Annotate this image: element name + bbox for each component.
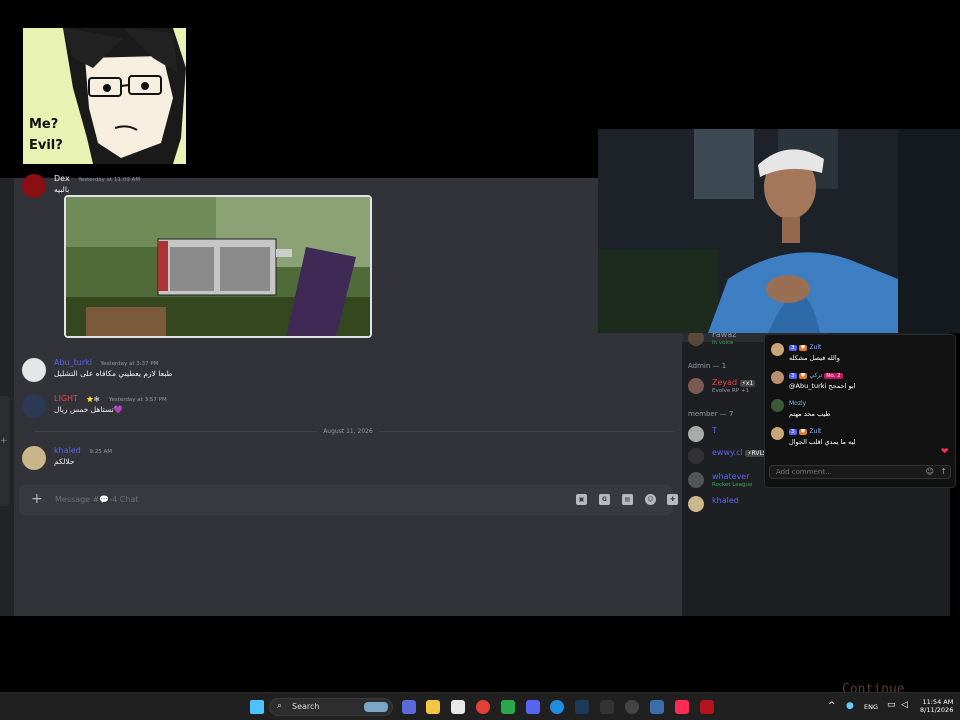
- member-item[interactable]: khaled: [688, 496, 826, 514]
- chevron-up-icon[interactable]: ^: [828, 701, 836, 711]
- steam-icon[interactable]: [575, 700, 589, 714]
- timestamp: 9:25 AM: [89, 449, 112, 455]
- webcam-person-image: [598, 129, 960, 333]
- attached-screenshot[interactable]: [64, 195, 372, 338]
- server-pill[interactable]: [0, 396, 10, 506]
- settings-gear-icon[interactable]: [600, 700, 614, 714]
- webcam-feed: [598, 129, 960, 333]
- apps-icon[interactable]: ✚: [667, 494, 678, 505]
- member-name: whatever: [712, 472, 750, 481]
- avatar: [771, 399, 784, 412]
- timestamp: Yesterday at 3:37 PM: [100, 361, 159, 367]
- avatar[interactable]: [22, 446, 46, 470]
- avatar: [688, 378, 704, 394]
- meme-caption: Me? Evil?: [29, 117, 63, 153]
- avatar: [688, 426, 704, 442]
- copilot-icon[interactable]: [402, 700, 416, 714]
- chat-panel: Dex Yesterday at 11:09 AM بالبيه Abu_tur…: [14, 174, 682, 616]
- meme-image: Me? Evil?: [23, 28, 186, 164]
- chrome-icon[interactable]: [476, 700, 490, 714]
- role-header-member: member — 7: [688, 410, 734, 418]
- username[interactable]: Dex: [54, 174, 70, 183]
- role-header-admin: Admin — 1: [688, 362, 727, 370]
- member-name: T: [712, 426, 717, 435]
- language-indicator[interactable]: ENG: [864, 703, 878, 711]
- emoji-icon[interactable]: ☺: [926, 467, 934, 476]
- clock[interactable]: 11:54 AM 8/11/2026: [920, 698, 953, 714]
- timestamp: Yesterday at 11:09 AM: [78, 177, 141, 183]
- windows-start-icon[interactable]: [250, 700, 264, 714]
- member-status: In voice: [712, 340, 734, 346]
- avatar: [771, 343, 784, 356]
- username[interactable]: LIGHT: [54, 394, 78, 403]
- gift-icon[interactable]: ▣: [576, 494, 587, 505]
- member-name: Zeyad ⚡x1: [712, 378, 756, 387]
- discord-icon[interactable]: [526, 700, 540, 714]
- search-icon: ⌕: [277, 701, 283, 711]
- username[interactable]: khaled: [54, 446, 81, 455]
- member-name: khaled: [712, 496, 739, 505]
- message-text: طبعا لازم يعطيني مكافاه على التشليل: [54, 369, 173, 378]
- send-arrow-icon[interactable]: ↑: [940, 467, 947, 476]
- member-status: Rocket League: [712, 482, 753, 488]
- microphone-icon[interactable]: ●: [846, 701, 854, 711]
- heart-icon[interactable]: ❤: [941, 447, 949, 457]
- comment-meta: 3 ♥ Zult: [789, 344, 822, 351]
- comment-text: ليه ما يمدي اقلب الجوال: [789, 438, 856, 446]
- app-icon[interactable]: [650, 700, 664, 714]
- xbox-icon[interactable]: [501, 700, 515, 714]
- search-highlight-icon: [364, 702, 388, 712]
- store-icon[interactable]: [451, 700, 465, 714]
- live-comments-overlay: 3 ♥ Zult والله فيصل مشكله 3 ♥ تركي No. 2 @Ab…: [764, 334, 956, 488]
- timestamp: Yesterday at 3:57 PM: [108, 397, 167, 403]
- username[interactable]: Abu_turki: [54, 358, 92, 367]
- comment-meta: 3 ♥ تركي No. 2: [789, 372, 843, 379]
- avatar: [771, 371, 784, 384]
- server-sidebar: [0, 178, 14, 616]
- obs-icon[interactable]: [625, 700, 639, 714]
- file-explorer-icon[interactable]: [426, 700, 440, 714]
- comment-input[interactable]: Add comment... ☺ ↑: [769, 465, 951, 479]
- taskbar: ⌕ Search ^ ● ENG ▭ ◁ 11:54 AM 8/11/2026: [0, 692, 960, 720]
- user-tag: ⭐🕸: [86, 397, 101, 403]
- avatar: [771, 427, 784, 440]
- message-header: Abu_turki Yesterday at 3:37 PM: [54, 358, 158, 367]
- network-icon[interactable]: ▭: [887, 700, 896, 710]
- add-icon[interactable]: +: [0, 436, 8, 446]
- message-header: khaled 9:25 AM: [54, 446, 112, 455]
- message-text: حلالكم: [54, 457, 75, 466]
- gif-icon[interactable]: G: [599, 494, 610, 505]
- screen: + Dex Yesterday at 11:09 AM بالبيه Abu_t…: [0, 0, 960, 720]
- comment-text: طيب محد مهتم: [789, 410, 831, 418]
- message-header: Dex Yesterday at 11:09 AM: [54, 174, 140, 183]
- member-status: Evolve RP +1: [712, 388, 750, 394]
- date-divider: August 11, 2026: [14, 428, 682, 435]
- attach-plus-icon[interactable]: +: [31, 491, 43, 507]
- tiktok-icon[interactable]: [675, 700, 689, 714]
- taskbar-search[interactable]: ⌕ Search: [269, 698, 393, 716]
- edge-icon[interactable]: [550, 700, 564, 714]
- comment-text: @Abu_turki ابو احمحح: [789, 382, 856, 390]
- riot-icon[interactable]: [700, 700, 714, 714]
- avatar[interactable]: [22, 174, 46, 198]
- member-name: ewwy.cl ⚡RVLS: [712, 448, 769, 457]
- avatar[interactable]: [22, 358, 46, 382]
- message-text: بالبيه: [54, 185, 70, 194]
- avatar: [688, 448, 704, 464]
- avatar[interactable]: [22, 394, 46, 418]
- comment-text: والله فيصل مشكله: [789, 354, 840, 362]
- sticker-icon[interactable]: ▤: [622, 494, 633, 505]
- volume-icon[interactable]: ◁: [901, 700, 908, 710]
- comment-meta: Mozly: [789, 400, 807, 407]
- avatar: [688, 496, 704, 512]
- minecraft-screenshot-image: [66, 197, 370, 336]
- message-composer[interactable]: + Message #💬-4 Chat ▣ G ▤ ☺ ✚: [19, 485, 678, 515]
- message-input[interactable]: Message #💬-4 Chat: [55, 495, 138, 504]
- emoji-icon[interactable]: ☺: [645, 494, 656, 505]
- avatar: [688, 472, 704, 488]
- message-text: 💜تستاهل خمس ريال: [54, 405, 124, 414]
- comment-meta: 3 ♥ Zult: [789, 428, 822, 435]
- message-header: LIGHT ⭐🕸 Yesterday at 3:57 PM: [54, 394, 167, 403]
